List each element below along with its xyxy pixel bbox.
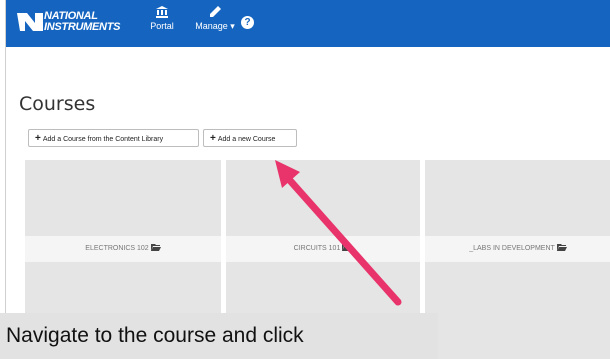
folder-open-icon <box>556 244 567 251</box>
pencil-icon <box>210 6 221 17</box>
nav-manage[interactable]: Manage ▾ <box>195 6 235 32</box>
add-new-course-label: Add a new Course <box>217 136 276 143</box>
course-tile-label-bar: CIRCUITS 101 <box>226 236 420 262</box>
help-icon[interactable]: ? <box>241 16 254 29</box>
bank-icon <box>156 6 168 18</box>
add-new-course-button[interactable]: + Add a new Course <box>203 129 297 147</box>
plus-icon: + <box>35 133 41 144</box>
course-name: _LABS IN DEVELOPMENT <box>469 245 555 252</box>
course-name: CIRCUITS 101 <box>293 245 341 252</box>
nav-portal-label: Portal <box>150 21 174 31</box>
course-tile-labs-in-development[interactable]: _LABS IN DEVELOPMENT <box>425 160 610 359</box>
national-instruments-logo[interactable]: NATIONAL INSTRUMENTS <box>17 10 125 36</box>
app-window: NATIONAL INSTRUMENTS Portal Manage ▾ ? C… <box>5 0 610 359</box>
add-course-from-library-label: Add a Course from the Content Library <box>42 136 164 143</box>
folder-open-icon <box>150 244 161 251</box>
add-course-from-library-button[interactable]: + Add a Course from the Content Library <box>28 129 199 147</box>
nav-portal[interactable]: Portal <box>146 6 178 31</box>
logo-line-2: INSTRUMENTS <box>44 21 121 33</box>
folder-open-icon <box>342 244 353 251</box>
page-title: Courses <box>19 93 96 115</box>
top-navbar: NATIONAL INSTRUMENTS Portal Manage ▾ ? <box>6 0 610 47</box>
nav-manage-label: Manage ▾ <box>195 21 235 31</box>
course-name: ELECTRONICS 102 <box>85 245 149 252</box>
instruction-caption: Navigate to the course and click <box>0 313 438 359</box>
ni-eagle-icon <box>17 13 43 31</box>
plus-icon: + <box>210 133 216 144</box>
course-tile-label-bar: ELECTRONICS 102 <box>25 236 221 262</box>
course-tile-label-bar: _LABS IN DEVELOPMENT <box>425 236 610 262</box>
